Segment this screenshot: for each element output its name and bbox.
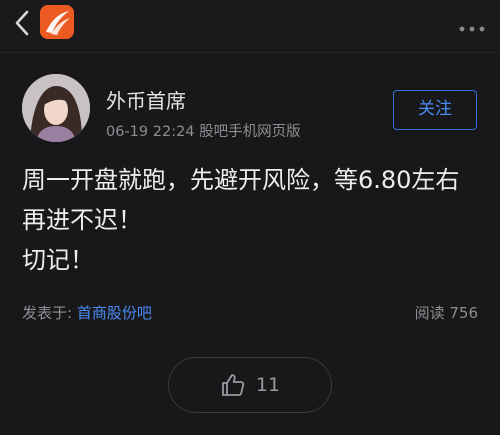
published-in: 发表于: 首商股份吧 (22, 302, 152, 323)
post-content: 周一开盘就跑，先避开风险，等6.80左右 再进不迟！ 切记！ (22, 160, 492, 280)
content-line: 再进不迟！ (22, 206, 142, 234)
content-line: 切记！ (22, 246, 94, 274)
thumbs-up-icon (220, 372, 246, 398)
content-line: 周一开盘就跑，先避开风险，等6.80左右 (22, 166, 460, 194)
views-label: 阅读 (414, 304, 445, 322)
author-name[interactable]: 外币首席 (106, 85, 186, 114)
forum-link[interactable]: 首商股份吧 (77, 304, 152, 322)
like-button[interactable]: 11 (168, 357, 332, 413)
view-count: 阅读 756 (415, 302, 478, 323)
like-count: 11 (255, 374, 281, 396)
published-label: 发表于: (22, 304, 73, 322)
post-meta: 06-19 22:24 股吧手机网页版 (106, 124, 301, 140)
header-divider (0, 52, 500, 53)
views-number: 756 (449, 304, 478, 322)
app-logo-icon (40, 5, 74, 39)
avatar[interactable] (22, 74, 90, 142)
top-bar (0, 0, 500, 50)
more-dots-icon[interactable] (458, 18, 486, 32)
follow-button[interactable]: 关注 (393, 90, 477, 130)
chevron-left-icon[interactable] (10, 8, 36, 38)
